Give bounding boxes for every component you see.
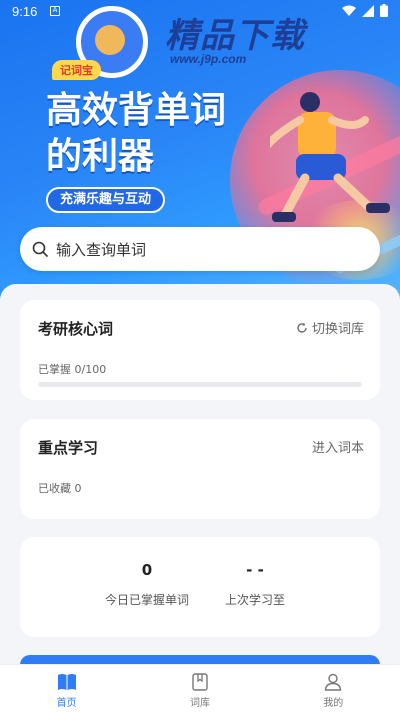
last-study-value: - - (246, 561, 264, 579)
signal-icon (362, 4, 374, 17)
mastery-progress-bar (38, 382, 362, 387)
battery-icon (380, 4, 388, 17)
hero-headline: 高效背单词 的利器 (46, 88, 226, 180)
watermark-url: www.j9p.com (170, 52, 247, 66)
vocab-card[interactable]: 考研核心词 切换词库 已掌握 0/100 (20, 300, 380, 400)
status-time: 9:16 (12, 4, 38, 19)
wifi-icon (342, 5, 356, 16)
nav-label-profile: 我的 (323, 698, 344, 709)
switch-library-label: 切换词库 (311, 322, 364, 337)
bottom-nav: 首页 词库 我的 (0, 664, 400, 712)
hero-pill: 充满乐趣与互动 (46, 187, 166, 213)
status-icons (342, 4, 388, 17)
vocab-card-title: 考研核心词 (38, 320, 114, 338)
nav-label-library: 词库 (189, 698, 210, 709)
app-tag: 记词宝 (52, 60, 101, 80)
search-bar[interactable]: 输入查询单词 (20, 227, 380, 271)
search-icon (32, 241, 48, 257)
bookmark-book-icon (192, 673, 208, 691)
nav-item-profile[interactable]: 我的 (267, 665, 400, 712)
refresh-icon (297, 322, 307, 333)
switch-library-button[interactable]: 切换词库 (296, 318, 364, 337)
sim-icon: A (50, 6, 60, 16)
last-study-label: 上次学习至 (224, 593, 285, 607)
hero-banner: 9:16 A 精品下载 www.j9p.com 记词宝 高效背单词 的利器 充满… (0, 0, 400, 300)
book-open-icon (57, 674, 76, 690)
stats-card: 0 今日已掌握单词 - - 上次学习至 (20, 537, 380, 637)
runner-illustration (270, 92, 390, 222)
headline-line-1: 高效背单词 (46, 90, 227, 131)
person-icon (325, 673, 342, 691)
nav-label-home: 首页 (56, 698, 77, 709)
search-placeholder: 输入查询单词 (56, 240, 147, 259)
main-content: 考研核心词 切换词库 已掌握 0/100 重点学习 进入词本 已收藏 0 0 今… (0, 284, 400, 664)
headline-line-2: 的利器 (46, 136, 155, 177)
nav-item-home[interactable]: 首页 (0, 665, 133, 712)
nav-item-library[interactable]: 词库 (133, 665, 266, 712)
favorites-count: 已收藏 0 (38, 482, 82, 495)
mastered-count: 已掌握 0/100 (38, 363, 107, 376)
focus-card[interactable]: 重点学习 进入词本 已收藏 0 (20, 419, 380, 519)
enter-wordbook-button[interactable]: 进入词本 (312, 437, 364, 456)
watermark-title: 精品下载 (165, 16, 305, 56)
last-study-stat: - - 上次学习至 (190, 561, 320, 608)
focus-card-title: 重点学习 (38, 439, 99, 457)
